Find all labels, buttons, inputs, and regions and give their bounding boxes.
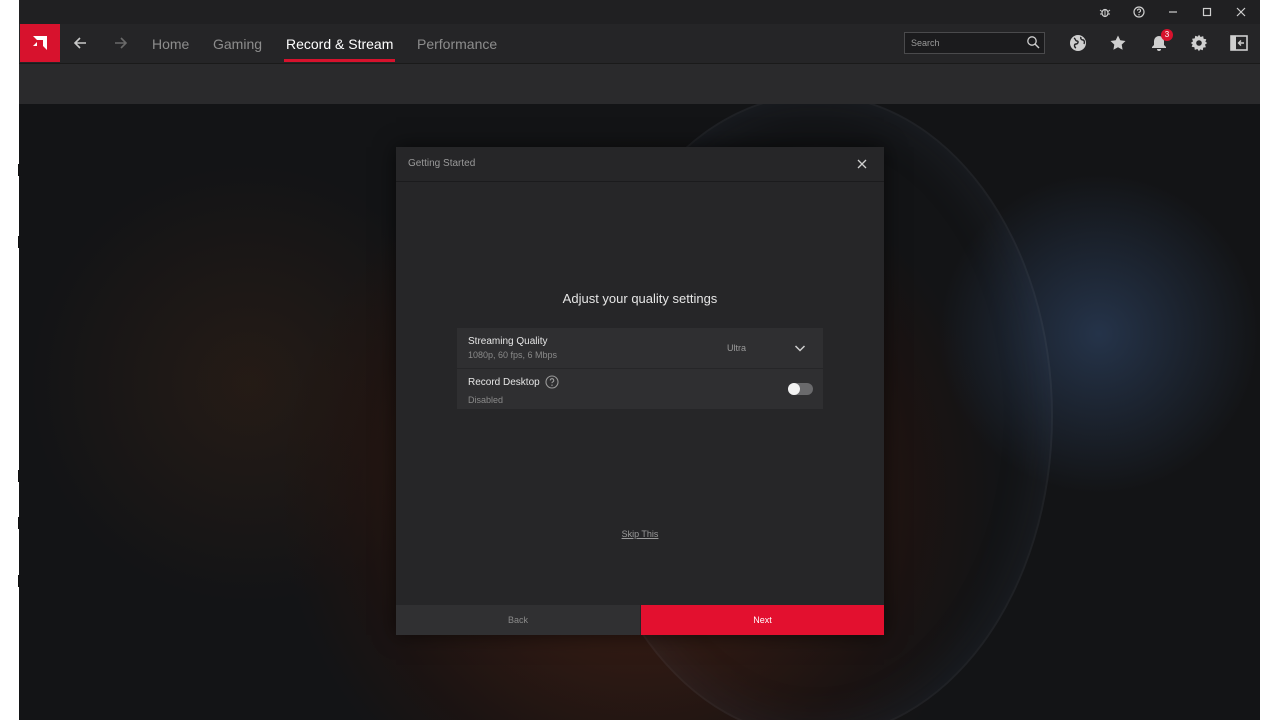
globe-icon[interactable] [1066,32,1090,54]
left-desktop-strip [0,0,20,720]
streaming-quality-select[interactable]: Ultra [727,343,746,353]
back-button[interactable]: Back [396,605,640,635]
active-tab-indicator [284,59,395,62]
notification-badge: 3 [1161,29,1173,41]
search-icon[interactable] [1026,35,1040,54]
star-icon[interactable] [1106,32,1130,54]
bug-report-icon[interactable] [1088,0,1122,24]
record-desktop-row: Record Desktop Disabled [457,369,823,409]
amd-logo-icon[interactable] [20,24,60,62]
search-box[interactable] [904,32,1045,54]
help-circle-icon[interactable] [545,375,559,389]
arrow-left-icon[interactable] [69,32,91,54]
main-navigation: Home Gaming Record & Stream Performance [19,24,1260,63]
chevron-down-icon[interactable] [794,341,806,359]
streaming-quality-label: Streaming Quality [468,336,548,347]
right-desktop-strip [1260,0,1280,720]
radeon-software-window: Home Gaming Record & Stream Performance … [19,0,1260,720]
streaming-quality-row[interactable]: Streaming Quality 1080p, 60 fps, 6 Mbps … [457,328,823,368]
toggle-knob [788,383,800,395]
sub-navigation-bar [19,63,1260,104]
help-icon[interactable] [1122,0,1156,24]
tab-gaming[interactable]: Gaming [213,36,262,52]
minimize-button[interactable] [1156,0,1190,24]
record-desktop-status: Disabled [468,395,504,405]
next-button[interactable]: Next [641,605,884,635]
gear-icon[interactable] [1187,32,1211,54]
close-window-button[interactable] [1224,0,1258,24]
tab-home[interactable]: Home [152,36,189,52]
dialog-title: Getting Started [408,158,476,169]
dialog-header: Getting Started [396,147,884,182]
search-input[interactable] [911,35,1021,51]
dialog-heading: Adjust your quality settings [562,291,718,306]
maximize-button[interactable] [1190,0,1224,24]
tab-performance[interactable]: Performance [417,36,497,52]
record-desktop-label: Record Desktop [468,377,540,388]
skip-this-link[interactable]: Skip This [396,529,884,539]
streaming-quality-description: 1080p, 60 fps, 6 Mbps [468,350,558,360]
panel-toggle-icon[interactable] [1227,32,1251,54]
getting-started-dialog: Getting Started Adjust your quality sett… [396,147,884,635]
tab-record-and-stream[interactable]: Record & Stream [286,36,393,52]
close-icon[interactable] [854,156,870,172]
arrow-right-icon[interactable] [110,32,132,54]
title-bar [19,0,1260,24]
record-desktop-toggle[interactable] [788,383,813,395]
